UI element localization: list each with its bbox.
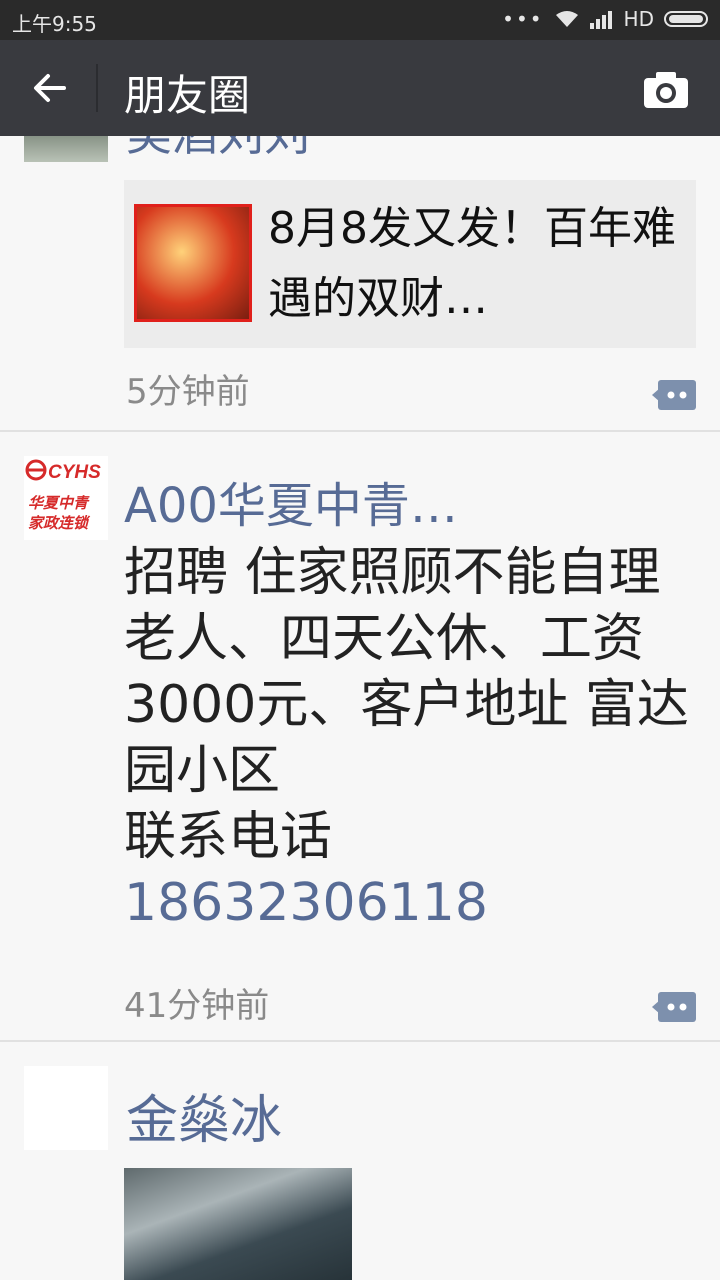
post-author-name[interactable]: 金燊冰	[126, 1078, 282, 1153]
post-image[interactable]	[124, 1168, 352, 1280]
comment-icon[interactable]	[652, 380, 696, 410]
camera-icon	[644, 72, 688, 108]
phone-link[interactable]: 18632306118	[124, 873, 488, 933]
shared-link-thumbnail	[134, 204, 252, 322]
moments-feed[interactable]: 美酒刘刘 8月8发又发！百年难遇的双财… 5分钟前 CYHS 华夏中青 家政连锁…	[0, 136, 720, 1280]
network-type: HD	[623, 7, 654, 31]
status-time: 上午9:55	[12, 12, 97, 36]
shared-link-card[interactable]: 8月8发又发！百年难遇的双财…	[124, 180, 696, 348]
post-divider	[0, 430, 720, 432]
battery-icon	[664, 11, 708, 27]
logo-text-line-1: 华夏中青	[28, 494, 90, 512]
avatar[interactable]: CYHS 华夏中青 家政连锁	[24, 456, 108, 540]
status-icons: ••• HD	[502, 7, 708, 31]
post-text: 招聘 住家照顾不能自理老人、四天公休、工资 3000元、客户地址 富达园小区 联…	[124, 543, 689, 867]
signal-icon	[589, 11, 612, 29]
avatar[interactable]	[24, 1066, 108, 1150]
arrow-left-icon	[34, 74, 66, 102]
wifi-icon	[555, 11, 578, 27]
company-logo-icon: CYHS 华夏中青 家政连锁	[25, 459, 101, 532]
comment-icon[interactable]	[652, 992, 696, 1022]
shared-link-title: 8月8发又发！百年难遇的双财…	[268, 203, 676, 324]
post-divider	[0, 1040, 720, 1042]
logo-text-cyhs: CYHS	[48, 462, 101, 483]
camera-button[interactable]	[642, 68, 690, 110]
status-bar: 上午9:55 ••• HD	[0, 0, 720, 40]
page-title: 朋友圈	[124, 71, 251, 120]
logo-text-line-2: 家政连锁	[28, 514, 91, 532]
post-author-name[interactable]: A00华夏中青…	[124, 466, 458, 536]
app-bar: 朋友圈	[0, 40, 720, 136]
notification-dots-icon: •••	[502, 7, 544, 31]
back-button[interactable]	[28, 66, 72, 110]
appbar-divider	[96, 64, 98, 112]
post-author-name[interactable]: 美酒刘刘	[126, 136, 310, 164]
post-body: 招聘 住家照顾不能自理老人、四天公休、工资 3000元、客户地址 富达园小区 联…	[124, 540, 704, 936]
avatar[interactable]	[24, 136, 108, 162]
post-timestamp: 5分钟前	[126, 372, 250, 412]
post-timestamp: 41分钟前	[124, 986, 270, 1026]
